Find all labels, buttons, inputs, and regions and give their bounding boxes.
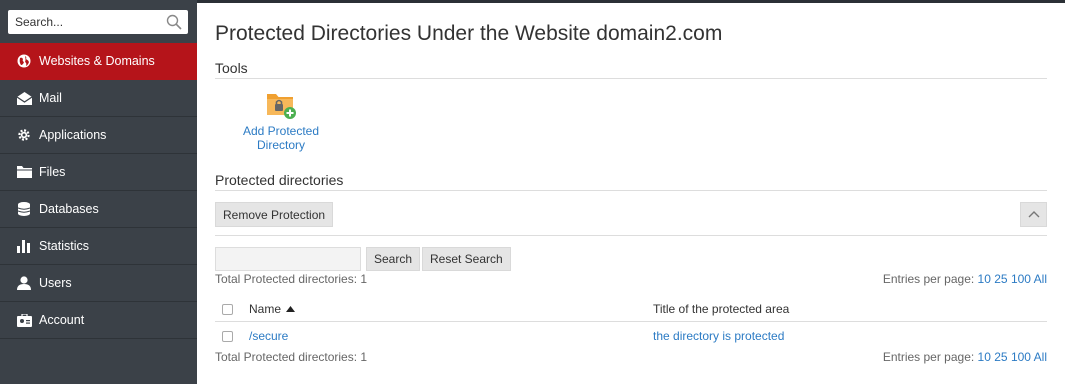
gear-icon <box>16 127 32 143</box>
reset-search-button[interactable]: Reset Search <box>422 247 511 271</box>
page-title: Protected Directories Under the Website … <box>215 22 723 45</box>
list-divider <box>215 190 1047 191</box>
sidebar-item-websites-domains[interactable]: Websites & Domains <box>0 43 197 80</box>
globe-icon <box>16 53 32 69</box>
user-icon <box>16 275 32 291</box>
folder-lock-add-icon <box>267 94 296 119</box>
entries-per-page-bottom: Entries per page: 10 25 100 All <box>883 350 1047 364</box>
row-title-link[interactable]: the directory is protected <box>653 329 784 343</box>
folder-icon <box>16 164 32 180</box>
row-name-link[interactable]: /secure <box>249 329 288 343</box>
sidebar-search-input[interactable] <box>8 10 158 34</box>
collapse-button[interactable] <box>1020 202 1047 227</box>
sidebar-item-label: Files <box>39 165 66 179</box>
sidebar-item-label: Account <box>39 313 85 327</box>
add-protected-directory-tool[interactable]: Add Protected Directory <box>233 88 329 152</box>
entries-option-10[interactable]: 10 <box>978 350 991 364</box>
entries-label: Entries per page: <box>882 350 975 364</box>
sidebar-item-databases[interactable]: Databases <box>0 191 197 228</box>
account-icon <box>16 312 32 328</box>
entries-option-25[interactable]: 25 <box>994 272 1007 286</box>
tools-divider <box>215 78 1047 79</box>
sidebar-item-users[interactable]: Users <box>0 265 197 302</box>
toolbar-divider <box>215 235 1047 236</box>
remove-protection-button[interactable]: Remove Protection <box>215 202 334 227</box>
entries-option-all[interactable]: All <box>1034 272 1047 286</box>
table-header-divider <box>215 321 1047 322</box>
entries-option-all[interactable]: All <box>1034 350 1047 364</box>
row-checkbox[interactable] <box>222 331 233 342</box>
sidebar-item-statistics[interactable]: Statistics <box>0 228 197 265</box>
select-all-checkbox[interactable] <box>222 304 233 315</box>
chevron-up-icon <box>1028 211 1039 218</box>
sidebar-item-mail[interactable]: Mail <box>0 80 197 117</box>
entries-option-100[interactable]: 100 <box>1011 272 1031 286</box>
sort-ascending-icon <box>286 306 296 312</box>
sidebar-item-label: Mail <box>39 91 62 105</box>
sidebar-item-label: Applications <box>39 128 107 142</box>
column-header-name[interactable]: Name <box>249 302 296 316</box>
total-count-top: Total Protected directories: 1 <box>215 272 368 286</box>
entries-option-25[interactable]: 25 <box>994 350 1007 364</box>
total-count-bottom: Total Protected directories: 1 <box>215 350 368 364</box>
tools-heading: Tools <box>215 60 248 76</box>
entries-option-10[interactable]: 10 <box>978 272 991 286</box>
entries-option-100[interactable]: 100 <box>1011 350 1031 364</box>
sidebar-search <box>8 10 188 34</box>
sidebar-item-account[interactable]: Account <box>0 302 197 339</box>
search-icon[interactable] <box>166 14 182 30</box>
add-protected-directory-label: Add Protected Directory <box>242 124 320 152</box>
bar-chart-icon <box>16 238 32 254</box>
search-button[interactable]: Search <box>366 247 421 271</box>
sidebar-item-label: Databases <box>39 202 99 216</box>
mail-icon <box>16 90 32 106</box>
column-header-title: Title of the protected area <box>653 302 790 316</box>
sidebar-item-files[interactable]: Files <box>0 154 197 191</box>
column-header-name-label: Name <box>249 302 282 316</box>
entries-per-page-top: Entries per page: 10 25 100 All <box>883 272 1047 286</box>
sidebar-item-label: Websites & Domains <box>39 54 155 68</box>
list-search-input[interactable] <box>215 247 361 271</box>
sidebar: Websites & Domains Mail Applications Fil… <box>0 0 197 384</box>
top-bar-line <box>197 0 1065 3</box>
protected-directories-heading: Protected directories <box>215 172 344 188</box>
sidebar-item-label: Users <box>39 276 72 290</box>
entries-label: Entries per page: <box>882 272 975 286</box>
sidebar-nav: Websites & Domains Mail Applications Fil… <box>0 43 197 339</box>
database-icon <box>16 201 32 217</box>
sidebar-item-label: Statistics <box>39 239 90 253</box>
sidebar-item-applications[interactable]: Applications <box>0 117 197 154</box>
